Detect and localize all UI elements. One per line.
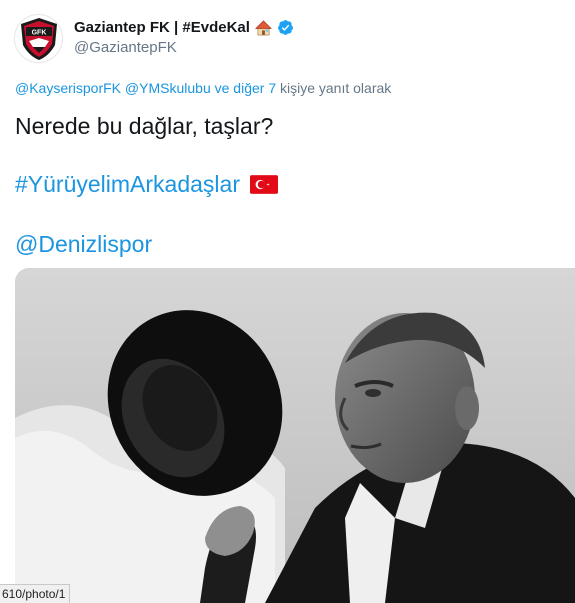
hashtag-link[interactable]: #YürüyelimArkadaşlar (15, 170, 240, 198)
house-emoji-icon (254, 20, 272, 36)
avatar[interactable]: GFK (14, 14, 63, 63)
account-handle[interactable]: @GaziantepFK (74, 39, 177, 56)
tweet-card: GFK Gaziantep FK | #EvdeKal @GaziantepFK… (0, 0, 575, 603)
reply-mention-kayserisporfk[interactable]: @KayserisporFK (15, 80, 121, 96)
reply-suffix: kişiye yanıt olarak (280, 80, 392, 96)
display-name[interactable]: Gaziantep FK | #EvdeKal (74, 19, 250, 36)
reply-mention-ymskulubu[interactable]: @YMSkulubu (125, 80, 211, 96)
verified-badge-icon (277, 20, 293, 35)
turkey-flag-icon (249, 174, 278, 194)
tweet-photo[interactable] (15, 268, 575, 603)
display-name-row[interactable]: Gaziantep FK | #EvdeKal (74, 19, 294, 36)
tweet-text-line: Nerede bu dağlar, taşlar? (15, 113, 274, 139)
reply-context: @KayserisporFK @YMSkulubu ve diğer 7 kiş… (15, 80, 391, 96)
photo-image (15, 268, 575, 603)
crest-text: GFK (31, 29, 46, 36)
club-crest-icon: GFK (20, 17, 57, 60)
mention-link-denizlispor[interactable]: @Denizlispor (15, 230, 152, 258)
status-bar-url: 610/photo/1 (0, 584, 71, 603)
reply-others-link[interactable]: ve diğer 7 (215, 80, 276, 96)
hashtag-row: #YürüyelimArkadaşlar (15, 170, 278, 198)
